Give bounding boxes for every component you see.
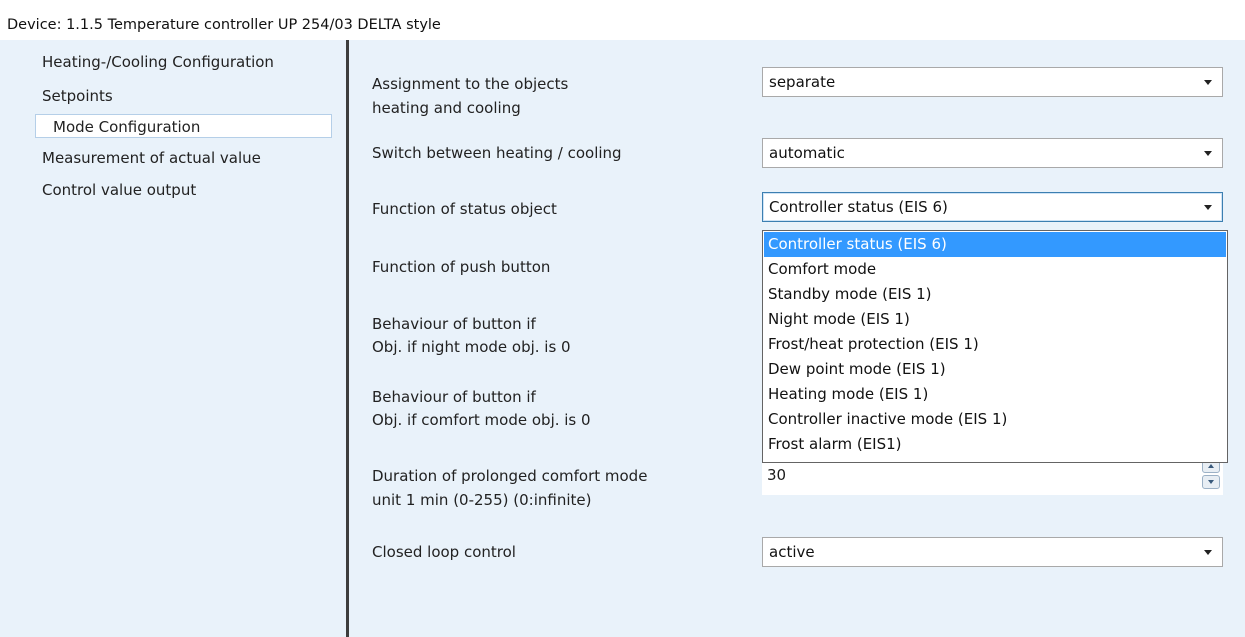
dropdown-option[interactable]: Controller inactive mode (EIS 1) bbox=[764, 407, 1226, 432]
arrow-up-icon bbox=[1208, 464, 1214, 468]
behaviour-comfort-label-line2: Obj. if comfort mode obj. is 0 bbox=[372, 411, 591, 429]
assignment-label-line1: Assignment to the objects bbox=[372, 75, 569, 93]
closed-loop-select-value: active bbox=[769, 543, 815, 561]
chevron-down-icon bbox=[1204, 550, 1212, 555]
dropdown-option[interactable]: Frost alarm (EIS1) bbox=[764, 432, 1226, 457]
switch-heating-cooling-label: Switch between heating / cooling bbox=[372, 144, 622, 162]
dropdown-option[interactable]: Controller status (EIS 6) bbox=[764, 232, 1226, 257]
switch-heating-cooling-select-value: automatic bbox=[769, 144, 845, 162]
status-object-dropdown-list: Controller status (EIS 6) Comfort mode S… bbox=[762, 230, 1228, 463]
chevron-down-icon bbox=[1204, 80, 1212, 85]
sidebar-item-mode-configuration[interactable]: Mode Configuration bbox=[35, 114, 332, 138]
dropdown-option[interactable]: Heating mode (EIS 1) bbox=[764, 382, 1226, 407]
duration-label-line2: unit 1 min (0-255) (0:infinite) bbox=[372, 491, 592, 509]
sidebar-item-setpoints[interactable]: Setpoints bbox=[42, 84, 113, 108]
assignment-select[interactable]: separate bbox=[762, 67, 1223, 97]
assignment-label-line2: heating and cooling bbox=[372, 99, 521, 117]
status-object-select-value: Controller status (EIS 6) bbox=[769, 198, 948, 216]
device-title: Device: 1.1.5 Temperature controller UP … bbox=[7, 17, 441, 33]
status-object-label: Function of status object bbox=[372, 200, 557, 218]
push-button-label: Function of push button bbox=[372, 258, 551, 276]
duration-value: 30 bbox=[767, 466, 787, 484]
sidebar-item-heating-cooling-configuration[interactable]: Heating-/Cooling Configuration bbox=[42, 50, 274, 74]
assignment-select-value: separate bbox=[769, 73, 836, 91]
arrow-down-icon bbox=[1208, 480, 1214, 484]
sidebar-item-measurement-of-actual-value[interactable]: Measurement of actual value bbox=[42, 146, 261, 170]
behaviour-comfort-label-line1: Behaviour of button if bbox=[372, 388, 536, 406]
dropdown-option[interactable]: Night mode (EIS 1) bbox=[764, 307, 1226, 332]
chevron-down-icon bbox=[1204, 205, 1212, 210]
behaviour-night-label-line1: Behaviour of button if bbox=[372, 315, 536, 333]
dropdown-option[interactable]: Frost/heat protection (EIS 1) bbox=[764, 332, 1226, 357]
switch-heating-cooling-select[interactable]: automatic bbox=[762, 138, 1223, 168]
dropdown-option[interactable]: Dew point mode (EIS 1) bbox=[764, 357, 1226, 382]
behaviour-night-label-line2: Obj. if night mode obj. is 0 bbox=[372, 338, 571, 356]
closed-loop-select[interactable]: active bbox=[762, 537, 1223, 567]
chevron-down-icon bbox=[1204, 151, 1212, 156]
sidebar-item-control-value-output[interactable]: Control value output bbox=[42, 178, 196, 202]
dropdown-option[interactable]: Standby mode (EIS 1) bbox=[764, 282, 1226, 307]
spin-down-button[interactable] bbox=[1202, 475, 1220, 489]
dropdown-option[interactable]: Comfort mode bbox=[764, 257, 1226, 282]
duration-label-line1: Duration of prolonged comfort mode bbox=[372, 467, 648, 485]
closed-loop-label: Closed loop control bbox=[372, 543, 516, 561]
status-object-select[interactable]: Controller status (EIS 6) bbox=[762, 192, 1223, 222]
